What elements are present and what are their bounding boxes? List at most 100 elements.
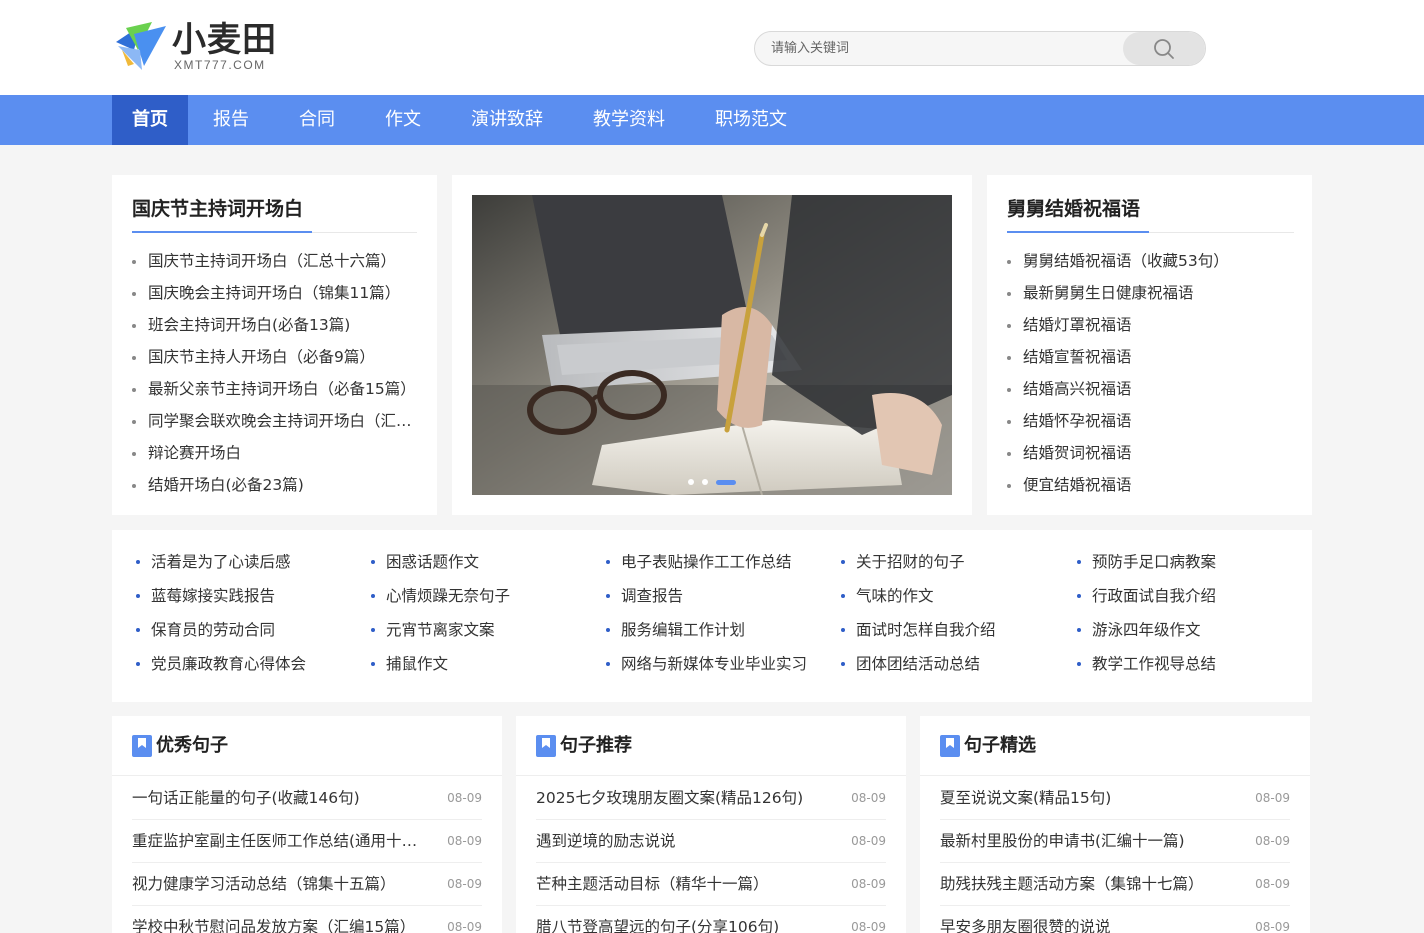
news-item[interactable]: 夏至说说文案(精品15句) 08-09 — [940, 777, 1290, 820]
panel-title[interactable]: 舅舅结婚祝福语 — [1007, 195, 1140, 223]
list-item[interactable]: 结婚怀孕祝福语 — [1007, 405, 1294, 437]
link-item[interactable]: 捕鼠作文 — [369, 647, 599, 681]
link-item[interactable]: 蓝莓嫁接实践报告 — [134, 579, 364, 613]
list-item[interactable]: 结婚宣誓祝福语 — [1007, 341, 1294, 373]
news-item-date: 08-09 — [1255, 834, 1290, 848]
list-item[interactable]: 班会主持词开场白(必备13篇) — [132, 309, 417, 341]
news-item-date: 08-09 — [851, 920, 886, 933]
carousel-dot-active[interactable] — [716, 479, 736, 485]
link-item[interactable]: 气味的作文 — [839, 579, 1069, 613]
news-item-date: 08-09 — [851, 791, 886, 805]
main-nav: 首页 报告 合同 作文 演讲致辞 教学资料 职场范文 — [0, 95, 1424, 145]
nav-item-workplace[interactable]: 职场范文 — [690, 95, 812, 145]
news-item-date: 08-09 — [851, 834, 886, 848]
news-card-title[interactable]: 句子精选 — [964, 732, 1036, 760]
link-item[interactable]: 元宵节离家文案 — [369, 613, 599, 647]
nav-item-contract[interactable]: 合同 — [274, 95, 360, 145]
list-item[interactable]: 结婚贺词祝福语 — [1007, 437, 1294, 469]
news-item[interactable]: 助残扶残主题活动方案（集锦十七篇） 08-09 — [940, 863, 1290, 906]
list-item[interactable]: 结婚高兴祝福语 — [1007, 373, 1294, 405]
news-card-recommend: 句子推荐 2025七夕玫瑰朋友圈文案(精品126句) 08-09 遇到逆境的励志说… — [516, 716, 906, 933]
carousel-dot[interactable] — [688, 479, 694, 485]
link-item[interactable]: 调查报告 — [604, 579, 834, 613]
news-item[interactable]: 最新村里股份的申请书(汇编十一篇) 08-09 — [940, 820, 1290, 863]
link-item[interactable]: 关于招财的句子 — [839, 545, 1069, 579]
news-item[interactable]: 学校中秋节慰问品发放方案（汇编15篇） 08-09 — [132, 906, 482, 933]
banner-carousel[interactable] — [472, 195, 952, 495]
nav-item-report[interactable]: 报告 — [188, 95, 274, 145]
link-item[interactable]: 面试时怎样自我介绍 — [839, 613, 1069, 647]
news-item-title[interactable]: 夏至说说文案(精品15句) — [940, 777, 1235, 820]
link-item[interactable]: 心情烦躁无奈句子 — [369, 579, 599, 613]
list-item[interactable]: 辩论赛开场白 — [132, 437, 417, 469]
list-item[interactable]: 便宜结婚祝福语 — [1007, 469, 1294, 501]
news-item-title[interactable]: 最新村里股份的申请书(汇编十一篇) — [940, 820, 1235, 863]
news-item[interactable]: 早安多朋友圈很赞的说说 08-09 — [940, 906, 1290, 933]
nav-item-teaching[interactable]: 教学资料 — [568, 95, 690, 145]
list-item[interactable]: 国庆晚会主持词开场白（锦集11篇） — [132, 277, 417, 309]
link-item[interactable]: 党员廉政教育心得体会 — [134, 647, 364, 681]
list-item[interactable]: 同学聚会联欢晚会主持词开场白（汇总） — [132, 405, 417, 437]
carousel-dot[interactable] — [702, 479, 708, 485]
topic-list: 国庆节主持词开场白（汇总十六篇） 国庆晚会主持词开场白（锦集11篇） 班会主持词… — [132, 245, 417, 501]
nav-item-essay[interactable]: 作文 — [360, 95, 446, 145]
news-item-title[interactable]: 助残扶残主题活动方案（集锦十七篇） — [940, 863, 1235, 906]
link-item[interactable]: 行政面试自我介绍 — [1075, 579, 1305, 613]
logo-text: 小麦田 — [172, 20, 277, 60]
list-item[interactable]: 国庆节主持人开场白（必备9篇） — [132, 341, 417, 373]
bookmark-icon — [132, 735, 152, 757]
news-item[interactable]: 视力健康学习活动总结（锦集十五篇） 08-09 — [132, 863, 482, 906]
news-card-excellent: 优秀句子 一句话正能量的句子(收藏146句) 08-09 重症监护室副主任医师工作… — [112, 716, 502, 933]
title-accent — [1007, 231, 1149, 233]
news-item[interactable]: 一句话正能量的句子(收藏146句) 08-09 — [132, 777, 482, 820]
news-item[interactable]: 遇到逆境的励志说说 08-09 — [536, 820, 886, 863]
link-item[interactable]: 预防手足口病教案 — [1075, 545, 1305, 579]
search-input[interactable] — [771, 32, 1121, 65]
site-logo[interactable]: 小麦田 XMT777.COM — [112, 18, 282, 74]
list-item[interactable]: 结婚灯罩祝福语 — [1007, 309, 1294, 341]
news-item-title[interactable]: 视力健康学习活动总结（锦集十五篇） — [132, 863, 427, 906]
news-item[interactable]: 腊八节登高望远的句子(分享106句) 08-09 — [536, 906, 886, 933]
news-item-title[interactable]: 腊八节登高望远的句子(分享106句) — [536, 906, 831, 933]
news-item-date: 08-09 — [447, 920, 482, 933]
news-item[interactable]: 芒种主题活动目标（精华十一篇） 08-09 — [536, 863, 886, 906]
panel-title[interactable]: 国庆节主持词开场白 — [132, 195, 303, 223]
topic-list: 舅舅结婚祝福语（收藏53句） 最新舅舅生日健康祝福语 结婚灯罩祝福语 结婚宣誓祝… — [1007, 245, 1294, 501]
link-item[interactable]: 游泳四年级作文 — [1075, 613, 1305, 647]
news-item-title[interactable]: 2025七夕玫瑰朋友圈文案(精品126句) — [536, 777, 831, 820]
site-header: 小麦田 XMT777.COM — [0, 0, 1424, 95]
link-item[interactable]: 活着是为了心读后感 — [134, 545, 364, 579]
link-item[interactable]: 保育员的劳动合同 — [134, 613, 364, 647]
carousel-dots — [472, 479, 952, 485]
link-item[interactable]: 教学工作视导总结 — [1075, 647, 1305, 681]
list-item[interactable]: 国庆节主持词开场白（汇总十六篇） — [132, 245, 417, 277]
news-item-date: 08-09 — [447, 877, 482, 891]
news-item-title[interactable]: 重症监护室副主任医师工作总结(通用十一篇) — [132, 820, 427, 863]
list-item[interactable]: 结婚开场白(必备23篇) — [132, 469, 417, 501]
news-item-title[interactable]: 一句话正能量的句子(收藏146句) — [132, 777, 427, 820]
news-item-title[interactable]: 学校中秋节慰问品发放方案（汇编15篇） — [132, 906, 427, 933]
list-item[interactable]: 舅舅结婚祝福语（收藏53句） — [1007, 245, 1294, 277]
nav-item-home[interactable]: 首页 — [112, 95, 188, 145]
news-card-title[interactable]: 优秀句子 — [156, 732, 228, 760]
news-item-title[interactable]: 遇到逆境的励志说说 — [536, 820, 831, 863]
news-item-title[interactable]: 早安多朋友圈很赞的说说 — [940, 906, 1235, 933]
nav-item-speech[interactable]: 演讲致辞 — [446, 95, 568, 145]
news-item-title[interactable]: 芒种主题活动目标（精华十一篇） — [536, 863, 831, 906]
link-item[interactable]: 服务编辑工作计划 — [604, 613, 834, 647]
link-item[interactable]: 网络与新媒体专业毕业实习 — [604, 647, 834, 681]
news-item-date: 08-09 — [1255, 791, 1290, 805]
search-button[interactable] — [1123, 32, 1205, 65]
hot-links-panel: 活着是为了心读后感 蓝莓嫁接实践报告 保育员的劳动合同 党员廉政教育心得体会 困… — [112, 530, 1312, 702]
list-item[interactable]: 最新父亲节主持词开场白（必备15篇） — [132, 373, 417, 405]
logo-domain: XMT777.COM — [174, 58, 266, 72]
logo-icon — [116, 22, 166, 70]
link-item[interactable]: 电子表贴操作工工作总结 — [604, 545, 834, 579]
news-item[interactable]: 2025七夕玫瑰朋友圈文案(精品126句) 08-09 — [536, 777, 886, 820]
list-item[interactable]: 最新舅舅生日健康祝福语 — [1007, 277, 1294, 309]
news-card-title[interactable]: 句子推荐 — [560, 732, 632, 760]
news-item[interactable]: 重症监护室副主任医师工作总结(通用十一篇) 08-09 — [132, 820, 482, 863]
link-item[interactable]: 团体团结活动总结 — [839, 647, 1069, 681]
link-item[interactable]: 困惑话题作文 — [369, 545, 599, 579]
banner-image — [472, 195, 952, 495]
